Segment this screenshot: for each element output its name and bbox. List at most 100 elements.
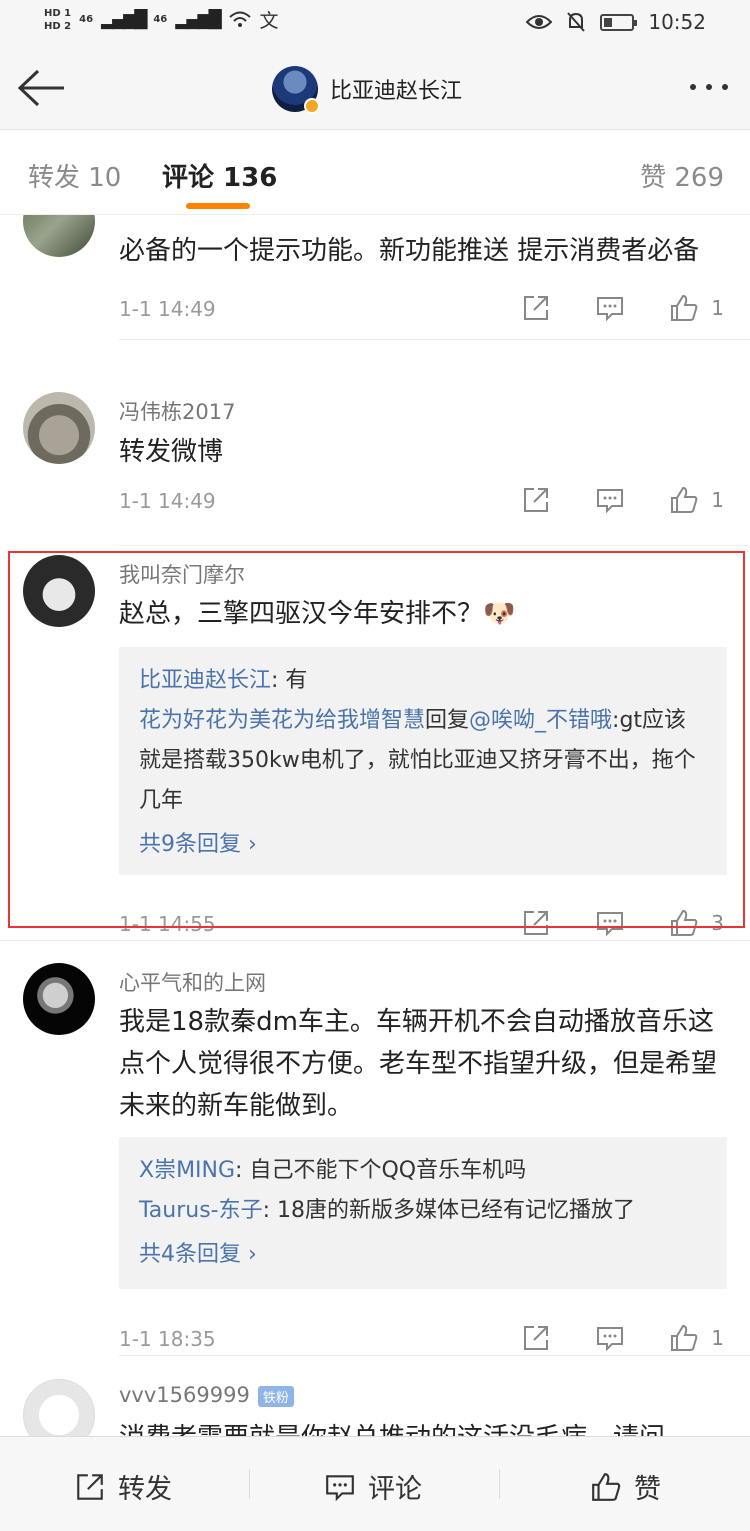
thumbs-up-icon	[671, 909, 698, 936]
mute-bell-icon	[567, 12, 586, 32]
thumbs-up-icon	[592, 1472, 621, 1501]
bottom-action-bar: 转发 评论 赞	[0, 1436, 750, 1531]
status-left: HD 1 HD 2 46 ▂▄▆█ 46 ▂▄▆█ 文	[44, 6, 279, 33]
hd2-label: HD 2	[44, 20, 72, 32]
like-count: 1	[711, 488, 724, 512]
reply-text: : 自己不能下个QQ音乐车机吗	[235, 1158, 527, 1183]
comment-time: 1-1 14:49	[119, 297, 216, 321]
clock: 10:52	[648, 10, 706, 34]
reply-author[interactable]: X崇MING	[139, 1158, 235, 1183]
comment-icon[interactable]	[595, 293, 625, 323]
reply-author[interactable]: Taurus-东子	[139, 1198, 263, 1223]
comment-icon[interactable]	[595, 485, 625, 515]
reply-line: 花为好花为美花为给我增智慧回复@唉呦_不错哦:gt应该就是搭载350kw电机了，…	[139, 701, 707, 821]
thumbs-up-icon	[671, 1324, 698, 1351]
like-count: 1	[711, 1326, 724, 1350]
divider	[119, 545, 750, 546]
hd-indicator: HD 1 HD 2	[44, 7, 71, 33]
repost-label: 转发	[118, 1474, 172, 1505]
share-icon[interactable]	[521, 908, 551, 938]
status-bar: HD 1 HD 2 46 ▂▄▆█ 46 ▂▄▆█ 文 10:52	[0, 0, 750, 46]
comment-time: 1-1 14:55	[119, 912, 216, 936]
active-tab-indicator	[186, 203, 250, 209]
share-icon[interactable]	[521, 485, 551, 515]
author-avatar[interactable]	[272, 66, 320, 114]
divider	[119, 1355, 750, 1356]
comment-time: 1-1 14:49	[119, 489, 216, 513]
reply-mid: 回复	[425, 708, 470, 733]
comment-username[interactable]: 冯伟栋2017	[119, 396, 235, 426]
comment-text: 我是18款秦dm车主。车辆开机不会自动播放音乐这点个人觉得很不方便。老车型不指望…	[119, 1007, 718, 1121]
comment-actions: 3	[521, 908, 724, 938]
comment-text: 消费者需要就是你赵总推动的这活没毛病，请问	[119, 1417, 719, 1436]
net2-label: 46	[153, 14, 168, 25]
net1-label: 46	[79, 14, 94, 25]
reply-preview[interactable]: 比亚迪赵长江: 有 花为好花为美花为给我增智慧回复@唉呦_不错哦:gt应该就是搭…	[119, 647, 727, 875]
user-avatar[interactable]	[23, 215, 95, 257]
back-arrow-icon[interactable]	[16, 68, 68, 108]
reply-line: 比亚迪赵长江: 有	[139, 661, 707, 701]
tab-like[interactable]: 赞 269	[640, 157, 724, 194]
reply-line: X崇MING: 自己不能下个QQ音乐车机吗	[139, 1151, 707, 1191]
comment-item: vvv1569999 铁粉 消费者需要就是你赵总推动的这活没毛病，请问	[0, 1361, 750, 1436]
comment-item: 必备的一个提示功能。新功能推送 提示消费者必备 1-1 14:49 1	[0, 215, 750, 370]
like-count: 3	[711, 911, 724, 935]
nav-bar: 比亚迪赵长江	[0, 46, 750, 130]
more-icon[interactable]	[690, 84, 728, 90]
comment-icon[interactable]	[595, 1323, 625, 1353]
like-button[interactable]: 1	[669, 293, 724, 323]
status-right: 10:52	[526, 10, 706, 34]
comment-username[interactable]: 我叫奈门摩尔	[119, 559, 245, 589]
like-button[interactable]: 3	[669, 908, 724, 938]
reply-author[interactable]: 比亚迪赵长江	[139, 668, 271, 693]
share-icon	[77, 1473, 103, 1500]
reply-text: : 有	[271, 668, 308, 693]
tab-comment[interactable]: 评论 136	[162, 157, 277, 194]
user-avatar[interactable]	[23, 392, 95, 464]
wifi-icon	[228, 11, 251, 27]
repost-button[interactable]: 转发	[74, 1467, 172, 1506]
nav-profile[interactable]: 比亚迪赵长江	[272, 66, 463, 114]
user-avatar[interactable]	[23, 555, 95, 627]
comment-text: 赵总，三擎四驱汉今年安排不？🐶	[119, 599, 516, 629]
like-count: 1	[711, 296, 724, 320]
comment-button[interactable]: 评论	[324, 1467, 422, 1506]
comment-text: 转发微博	[119, 437, 224, 467]
like-button[interactable]: 1	[669, 485, 724, 515]
reply-preview[interactable]: X崇MING: 自己不能下个QQ音乐车机吗 Taurus-东子: 18唐的新版多…	[119, 1137, 727, 1289]
comment-actions: 1	[521, 1323, 724, 1353]
tab-bar: 转发 10 评论 136 赞 269	[0, 131, 750, 215]
reply-line: Taurus-东子: 18唐的新版多媒体已经有记忆播放了	[139, 1191, 707, 1231]
share-icon[interactable]	[521, 1323, 551, 1353]
comment-label: 评论	[368, 1474, 422, 1505]
comment-text: 必备的一个提示功能。新功能推送 提示消费者必备	[119, 236, 700, 266]
comment-username[interactable]: vvv1569999 铁粉	[119, 1383, 294, 1407]
reply-text: : 18唐的新版多媒体已经有记忆播放了	[262, 1198, 636, 1223]
comment-list[interactable]: 必备的一个提示功能。新功能推送 提示消费者必备 1-1 14:49 1 冯伟栋2…	[0, 215, 750, 1436]
tab-repost[interactable]: 转发 10	[28, 157, 121, 194]
user-avatar[interactable]	[23, 1379, 95, 1436]
eye-icon	[526, 15, 553, 29]
comment-icon[interactable]	[595, 908, 625, 938]
fan-badge: 铁粉	[257, 1385, 294, 1407]
username-text: vvv1569999	[119, 1383, 250, 1407]
share-icon[interactable]	[521, 293, 551, 323]
divider	[0, 940, 750, 941]
comment-username[interactable]: 心平气和的上网	[119, 967, 266, 997]
more-replies-link[interactable]: 共9条回复 ›	[139, 825, 707, 865]
comment-actions: 1	[521, 293, 724, 323]
reply-mention[interactable]: @唉呦_不错哦	[469, 708, 612, 733]
more-replies-link[interactable]: 共4条回复 ›	[139, 1235, 707, 1275]
reply-author[interactable]: 花为好花为美花为给我增智慧	[139, 708, 425, 733]
signal-icon: ▂▄▆█	[101, 9, 147, 30]
like-button[interactable]: 1	[669, 1323, 724, 1353]
comment-icon	[326, 1474, 354, 1501]
comment-actions: 1	[521, 485, 724, 515]
signal-icon-2: ▂▄▆█	[175, 9, 221, 30]
like-button[interactable]: 赞	[590, 1467, 661, 1506]
comment-item: 冯伟栋2017 转发微博 1-1 14:49 1	[0, 375, 750, 546]
nav-title: 比亚迪赵长江	[330, 79, 463, 104]
thumbs-up-icon	[671, 294, 698, 321]
comment-time: 1-1 18:35	[119, 1327, 216, 1351]
user-avatar[interactable]	[23, 963, 95, 1035]
